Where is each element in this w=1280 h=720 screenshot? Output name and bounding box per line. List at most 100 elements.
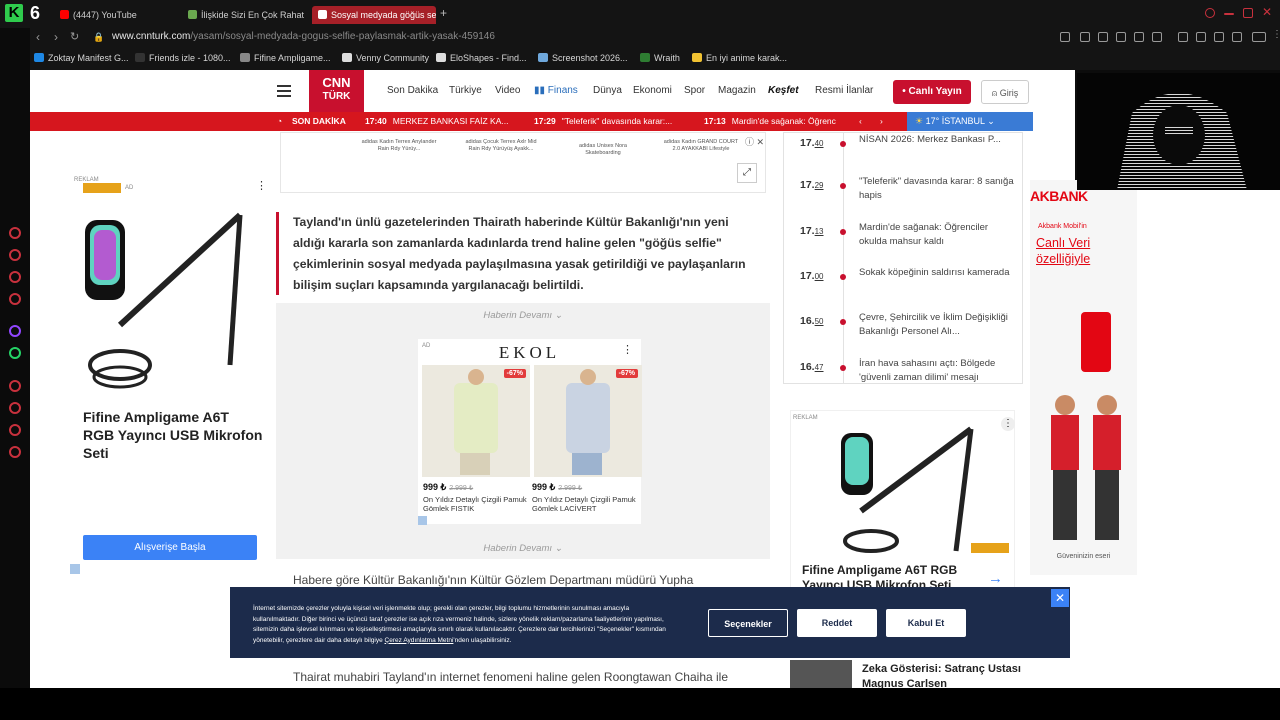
tab-youtube[interactable]: (4447) YouTube (60, 6, 180, 24)
brand-logo (83, 183, 121, 193)
kick-logo-icon[interactable]: K (5, 4, 23, 22)
shop-now-button[interactable]: Alışverişe Başla (83, 535, 257, 560)
ai-icon[interactable] (1252, 32, 1266, 42)
nav-kesfet[interactable]: Keşfet (768, 85, 799, 96)
left-ad-panel[interactable]: REKLAM AD ⋮ (70, 175, 268, 575)
ticker-next-button[interactable]: › (880, 112, 883, 131)
sidebar-icon-5[interactable] (9, 380, 21, 392)
reload-button[interactable]: ↻ (70, 30, 79, 43)
ad-info-icon[interactable]: ⓘ ✕ (745, 135, 764, 148)
adchoices-icon[interactable] (418, 516, 427, 525)
nav-video[interactable]: Video (495, 85, 520, 96)
ticker-item[interactable]: 17:29 "Teleferik" davasında karar:... (534, 112, 672, 131)
expand-icon[interactable]: ⤢ (737, 163, 757, 183)
settings-icon[interactable] (9, 446, 21, 458)
left-ad-title[interactable]: Fifine Ampligame A6T RGB Yayıncı USB Mik… (83, 408, 263, 462)
sidebar-icon-2[interactable] (9, 249, 21, 261)
product-ad-item[interactable]: adidas Unisex Nora Skateboarding (563, 143, 643, 157)
bookmark-item[interactable]: Friends izle - 1080... (135, 53, 231, 63)
ticker-prev-button[interactable]: ‹ (859, 112, 862, 131)
toolbar-icon-5[interactable] (1232, 32, 1242, 42)
weather-widget[interactable]: ☀ 17° İSTANBUL ⌄ (907, 112, 1033, 131)
arrow-right-icon[interactable]: → (988, 570, 1003, 587)
history-icon[interactable] (9, 402, 21, 414)
news-item[interactable]: 16.50 Çevre, Şehircilik ve İklim Değişikl… (784, 312, 1024, 359)
toolbar-icon-4[interactable] (1196, 32, 1206, 42)
nav-resmi-ilanlar[interactable]: Resmi İlanlar (815, 85, 873, 96)
forward-button[interactable]: › (54, 30, 58, 44)
nav-spor[interactable]: Spor (684, 85, 705, 96)
news-thumbnail[interactable] (790, 660, 852, 688)
product-ad-item[interactable]: adidas Çocuk Terrex Axlr Mid Rain Rdy Yü… (461, 139, 541, 153)
hamburger-menu-icon[interactable] (277, 82, 295, 98)
news-item[interactable]: 17.29 "Teleferik" davasında karar: 8 sanı… (784, 176, 1024, 223)
adchoices-icon[interactable] (70, 564, 80, 574)
back-button[interactable]: ‹ (36, 30, 40, 44)
bookmark-item[interactable]: Wraith (640, 53, 680, 63)
ticker-item[interactable]: 17:40 MERKEZ BANKASI FAİZ KA... (365, 112, 508, 131)
nav-son-dakika[interactable]: Son Dakika (387, 85, 438, 96)
search-icon[interactable] (1205, 8, 1215, 18)
news-item[interactable]: 16.47 İran hava sahasını açtı: Bölgede 'g… (784, 358, 1024, 405)
more-options-icon[interactable]: ⋮ (622, 343, 633, 356)
continue-reading-top[interactable]: Haberin Devamı ⌄ (276, 310, 770, 321)
browser-logo-icon[interactable]: 6 (30, 3, 48, 23)
bookmark-item[interactable]: Fifine Ampligame... (240, 53, 331, 63)
cookie-reject-button[interactable]: Reddet (797, 609, 877, 637)
sidebar-icon-1[interactable] (9, 227, 21, 239)
toolbar-icon-2[interactable] (1098, 32, 1108, 42)
news-card-title[interactable]: Zeka Gösterisi: Satranç Ustası Magnus Ca… (862, 662, 1022, 688)
menu-icon[interactable]: ⋮ (1272, 29, 1280, 40)
nav-turkiye[interactable]: Türkiye (449, 85, 482, 96)
new-tab-button[interactable]: + (440, 6, 447, 20)
product-ad-item[interactable]: adidas Kadın GRAND COURT 2.0 AYAKKABI Li… (661, 139, 741, 153)
close-icon[interactable]: ✕ (1051, 589, 1069, 607)
cnnturk-logo[interactable]: CNN TÜRK (309, 70, 364, 112)
cookie-options-button[interactable]: Seçenekler (708, 609, 788, 637)
nav-ekonomi[interactable]: Ekonomi (633, 85, 672, 96)
more-options-icon[interactable]: ⋮ (256, 179, 267, 192)
bookmark-item[interactable]: Screenshot 2026... (538, 53, 628, 63)
cookie-accept-button[interactable]: Kabul Et (886, 609, 966, 637)
news-item[interactable]: 17.00 Sokak köpeğinin saldırısı kamerada (784, 267, 1024, 314)
nav-dunya[interactable]: Dünya (593, 85, 622, 96)
continue-reading-bottom[interactable]: Haberin Devamı ⌄ (276, 543, 770, 554)
twitch-icon[interactable] (9, 325, 21, 337)
close-window-button[interactable]: ✕ (1262, 5, 1272, 19)
minimize-button[interactable] (1224, 13, 1234, 15)
sidebar-icon-4[interactable] (9, 293, 21, 305)
login-button[interactable]: ⍝ Giriş (981, 80, 1029, 104)
toolbar-icon-1[interactable] (1060, 32, 1070, 42)
play-icon[interactable] (1134, 32, 1144, 42)
heart-icon[interactable] (1152, 32, 1162, 42)
product-name[interactable]: On Yıldız Detaylı Çizgili Pamuk Gömlek L… (532, 495, 637, 513)
product-ad-strip[interactable]: adidas Kadın Terrex Anylander Rain Rdy Y… (280, 132, 766, 193)
maximize-button[interactable] (1243, 8, 1253, 18)
ekol-ad[interactable]: AD EKOL ⋮ -67% -67% 999 ₺ 2.999 ₺ 999 ₺ 2.… (418, 339, 642, 524)
product-image-fistik[interactable]: -67% (422, 365, 530, 477)
whatsapp-icon[interactable] (9, 347, 21, 359)
news-item[interactable]: 17.13 Mardin'de sağanak: Öğrenciler okuld… (784, 222, 1024, 269)
download-icon[interactable] (1214, 32, 1224, 42)
sidebar-icon-3[interactable] (9, 271, 21, 283)
bookmark-item[interactable]: EloShapes - Find... (436, 53, 527, 63)
live-broadcast-button[interactable]: • Canlı Yayın (893, 80, 971, 104)
nav-finans[interactable]: ▮▮ Finans (534, 85, 578, 96)
tab-iliskide[interactable]: İlişkide Sizi En Çok Rahatsı (188, 6, 304, 24)
bookmark-item[interactable]: En iyi anime karak... (692, 53, 787, 63)
ticker-item[interactable]: 17:13 Mardin'de sağanak: Öğrenc (704, 112, 836, 131)
url-field[interactable]: www.cnnturk.com/yasam/sosyal-medyada-gog… (112, 31, 495, 42)
cookie-policy-link[interactable]: Çerez Aydınlatma Metni (385, 637, 454, 644)
bookmark-icon[interactable] (1080, 32, 1090, 42)
extensions-icon[interactable] (1178, 32, 1188, 42)
product-ad-item[interactable]: adidas Kadın Terrex Anylander Rain Rdy Y… (359, 139, 439, 153)
bookmark-item[interactable]: Venny Community (342, 53, 429, 63)
bookmark-item[interactable]: Zoktay Manifest G... (34, 53, 129, 63)
product-name[interactable]: On Yıldız Detaylı Çizgili Pamuk Gömlek F… (423, 495, 528, 513)
toolbar-icon-3[interactable] (1116, 32, 1126, 42)
nav-magazin[interactable]: Magazin (718, 85, 756, 96)
sidebar-icon-6[interactable] (9, 424, 21, 436)
akbank-ad[interactable]: AKBANK Akbank Mobil'in Canlı Veri özelliğ… (1030, 180, 1137, 575)
product-image-lacivert[interactable]: -67% (534, 365, 642, 477)
tab-active-cnnturk[interactable]: Sosyal medyada göğüs se (312, 6, 436, 24)
